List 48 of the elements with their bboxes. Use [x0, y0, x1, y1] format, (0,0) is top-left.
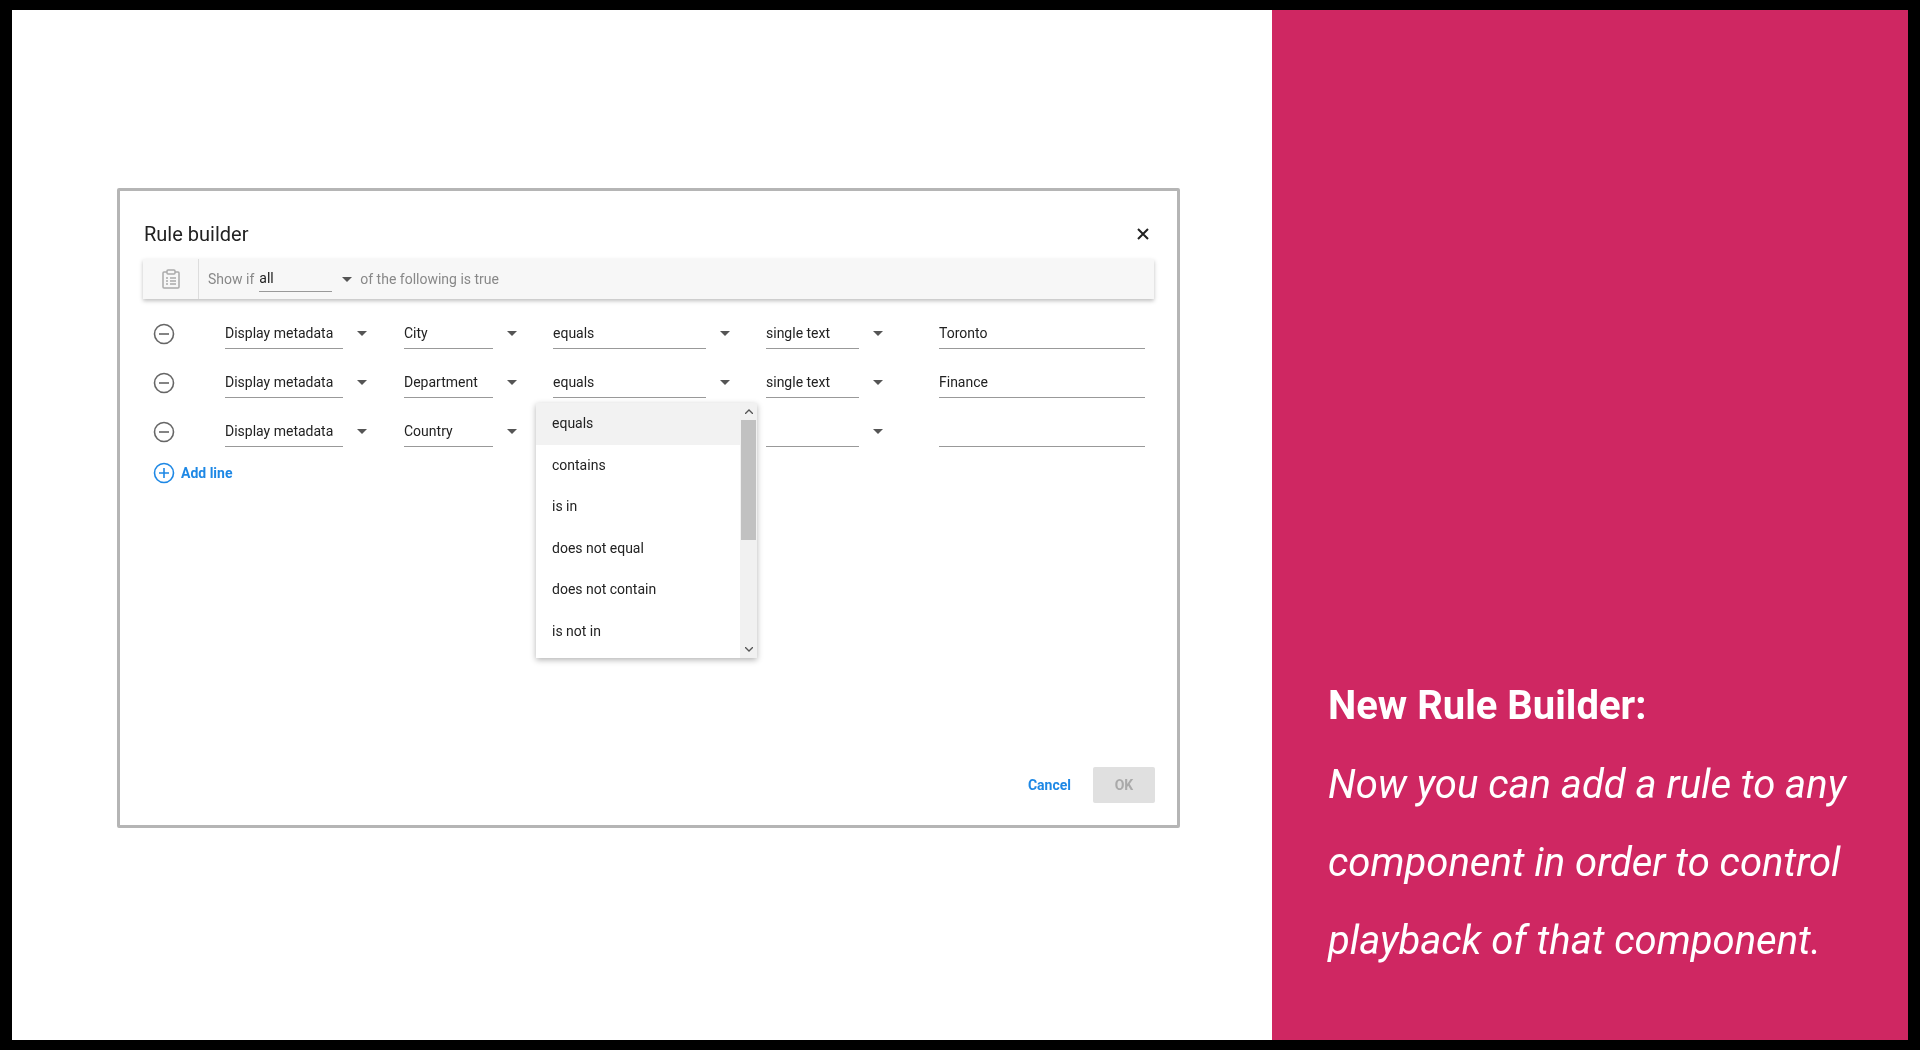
caret-icon[interactable]: [507, 429, 517, 434]
scroll-down-icon[interactable]: [744, 647, 753, 652]
remove-icon[interactable]: [153, 322, 175, 345]
caret-icon[interactable]: [357, 429, 367, 434]
caret-icon[interactable]: [873, 429, 883, 434]
select-field[interactable]: equals: [553, 318, 706, 349]
scrollbar-thumb[interactable]: [741, 420, 756, 540]
condition-suffix: of the following is true: [360, 269, 499, 289]
add-line-button[interactable]: Add line: [153, 462, 233, 484]
select-field[interactable]: single text: [766, 318, 859, 349]
select-field[interactable]: Display metadata: [225, 318, 343, 349]
dropdown-option[interactable]: is not in: [536, 610, 740, 652]
caret-icon[interactable]: [720, 331, 730, 336]
dropdown-option[interactable]: contains: [536, 444, 740, 486]
caret-icon[interactable]: [357, 331, 367, 336]
select-field[interactable]: Display metadata: [225, 367, 343, 398]
select-field[interactable]: Country: [404, 416, 493, 447]
remove-icon[interactable]: [153, 371, 175, 394]
dialog-title: Rule builder: [144, 221, 249, 248]
match-select[interactable]: all: [259, 266, 333, 292]
promo-text: Now you can add a rule to any component in order to control playback of that component.: [1328, 760, 1848, 966]
select-field[interactable]: single text: [766, 367, 859, 398]
caret-icon[interactable]: [507, 331, 517, 336]
cancel-button[interactable]: Cancel: [1027, 774, 1071, 796]
caret-icon[interactable]: [507, 380, 517, 385]
caret-icon[interactable]: [873, 380, 883, 385]
dropdown-option[interactable]: does not contain: [536, 569, 740, 611]
add-icon: [153, 462, 175, 484]
scroll-up-icon[interactable]: [744, 409, 753, 414]
select-field[interactable]: Display metadata: [225, 416, 343, 447]
show-if-label: Show if: [208, 269, 255, 289]
text-field[interactable]: Toronto: [939, 318, 1145, 349]
caret-icon[interactable]: [357, 380, 367, 385]
select-field[interactable]: Department: [404, 367, 493, 398]
caret-icon[interactable]: [720, 380, 730, 385]
dropdown-option[interactable]: does not equal: [536, 527, 740, 569]
text-field[interactable]: Finance: [939, 367, 1145, 398]
caret-icon[interactable]: [873, 331, 883, 336]
caret-icon[interactable]: [342, 276, 353, 282]
close-icon[interactable]: [1137, 228, 1149, 240]
select-field[interactable]: equals: [553, 367, 706, 398]
clipboard-icon: [161, 269, 180, 289]
promo-heading: New Rule Builder:: [1328, 681, 1648, 731]
remove-icon[interactable]: [153, 420, 175, 443]
dropdown-option[interactable]: is in: [536, 486, 740, 528]
dropdown-option[interactable]: equals: [536, 403, 740, 445]
scrollbar[interactable]: [740, 403, 757, 658]
select-field[interactable]: City: [404, 318, 493, 349]
